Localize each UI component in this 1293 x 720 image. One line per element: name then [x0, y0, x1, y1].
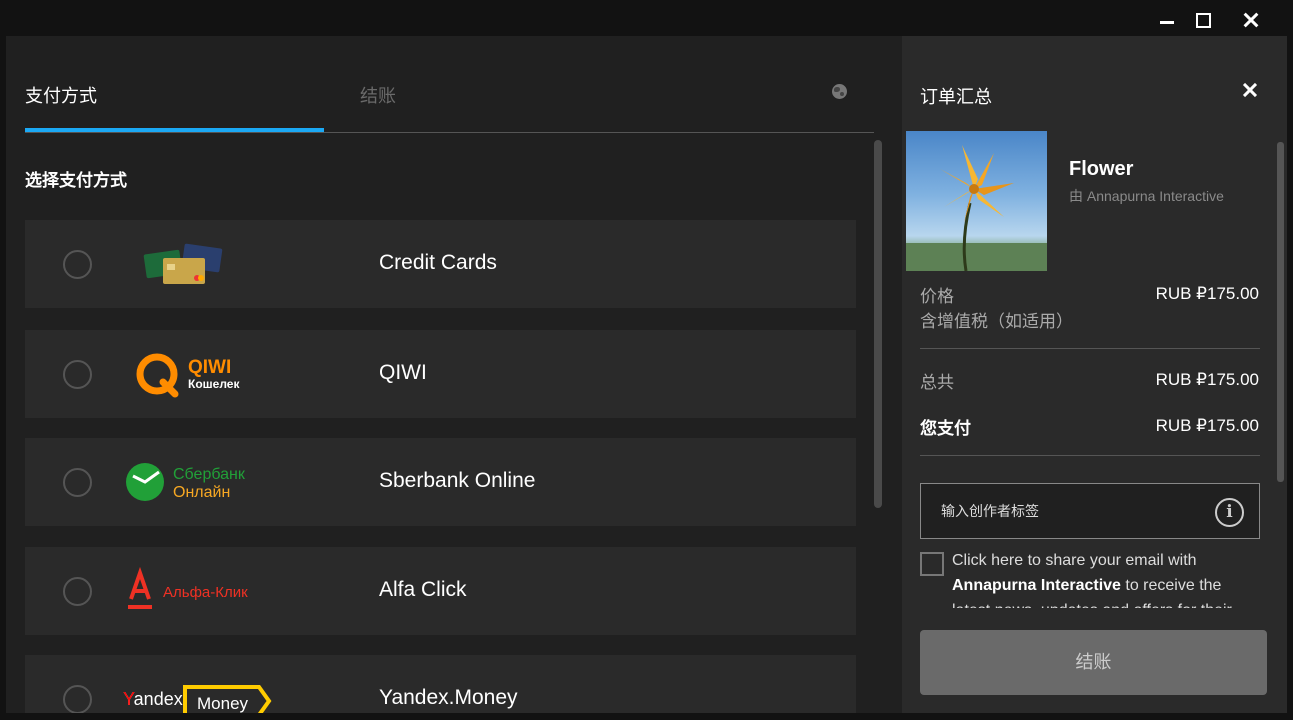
scrollbar[interactable] — [874, 140, 882, 508]
qiwi-logo-text: QIWI — [188, 357, 231, 378]
payment-panel: 支付方式 结账 选择支付方式 Credit Cards QIWI Кошелек… — [6, 36, 902, 713]
payment-option-yandex-money[interactable]: Yandex Y Money Yandex.Money — [25, 655, 856, 713]
globe-icon[interactable] — [832, 84, 847, 99]
game-cover-image — [906, 131, 1047, 271]
price-label: 价格 — [920, 287, 954, 306]
payment-label: Alfa Click — [379, 578, 467, 601]
close-icon — [1236, 6, 1266, 34]
close-icon — [1234, 76, 1266, 104]
maximize-button[interactable] — [1189, 6, 1219, 34]
close-window-button[interactable] — [1236, 6, 1266, 34]
you-pay-label: 您支付 — [920, 419, 971, 438]
game-publisher: 由 Annapurna Interactive — [1069, 188, 1224, 204]
minimize-button[interactable] — [1152, 6, 1182, 34]
share-email-text[interactable]: Click here to share your email with Anna… — [952, 548, 1252, 608]
alfa-logo: Альфа-Клик — [128, 566, 248, 609]
sberbank-logo-text: Сбербанк — [173, 466, 246, 483]
order-summary-title: 订单汇总 — [920, 87, 992, 107]
order-summary-panel: 订单汇总 Flower 由 Annapurna Interactive 价格 R… — [902, 36, 1287, 713]
radio-button[interactable] — [63, 468, 92, 497]
share-publisher: Annapurna Interactive — [952, 577, 1121, 594]
vat-note: 含增值税（如适用） — [920, 312, 1073, 331]
tab-checkout[interactable]: 结账 — [360, 82, 396, 108]
section-title: 选择支付方式 — [25, 171, 127, 190]
radio-button[interactable] — [63, 250, 92, 279]
payment-label: Credit Cards — [379, 251, 497, 274]
payment-option-sberbank[interactable]: Сбербанк Онлайн Sberbank Online — [25, 438, 856, 526]
radio-button[interactable] — [63, 360, 92, 389]
price-value: RUB ₽175.00 — [1155, 284, 1259, 303]
credit-cards-logo — [143, 243, 223, 284]
payment-option-alfa-click[interactable]: Альфа-Клик Alfa Click — [25, 547, 856, 635]
payment-label: Yandex.Money — [379, 686, 518, 709]
scrollbar[interactable] — [1277, 142, 1284, 482]
total-value: RUB ₽175.00 — [1155, 370, 1259, 389]
title-bar — [0, 0, 1293, 36]
sberbank-logo-sub: Онлайн — [173, 484, 230, 501]
creator-tag-input[interactable] — [941, 500, 1201, 522]
info-icon[interactable]: i — [1215, 498, 1244, 527]
game-title: Flower — [1069, 158, 1134, 180]
creator-tag-field[interactable]: i — [920, 483, 1260, 539]
you-pay-value: RUB ₽175.00 — [1155, 416, 1259, 435]
radio-button[interactable] — [63, 685, 92, 713]
share-email-checkbox[interactable] — [920, 552, 944, 576]
close-summary-button[interactable] — [1234, 76, 1266, 104]
svg-text:Y: Y — [123, 689, 135, 709]
radio-button[interactable] — [63, 577, 92, 606]
payment-option-credit-cards[interactable]: Credit Cards — [25, 220, 856, 308]
alfa-logo-text: Альфа-Клик — [163, 584, 248, 601]
payment-label: QIWI — [379, 361, 427, 384]
tab-payment-method[interactable]: 支付方式 — [25, 82, 97, 108]
payment-option-qiwi[interactable]: QIWI Кошелек QIWI — [25, 330, 856, 418]
payment-label: Sberbank Online — [379, 469, 536, 492]
share-text-pre: Click here to share your email with — [952, 552, 1197, 569]
divider — [920, 455, 1260, 456]
sberbank-logo: Сбербанк Онлайн — [126, 463, 246, 501]
yandex-logo-sub: Money — [197, 694, 249, 713]
qiwi-logo-sub: Кошелек — [188, 377, 240, 391]
yandex-money-logo: Yandex Y Money — [123, 685, 272, 713]
active-tab-indicator — [25, 128, 324, 132]
qiwi-logo: QIWI Кошелек — [136, 353, 240, 398]
tab-divider — [25, 132, 874, 133]
divider — [920, 348, 1260, 349]
total-label: 总共 — [920, 373, 954, 392]
checkout-button[interactable]: 结账 — [920, 630, 1267, 695]
